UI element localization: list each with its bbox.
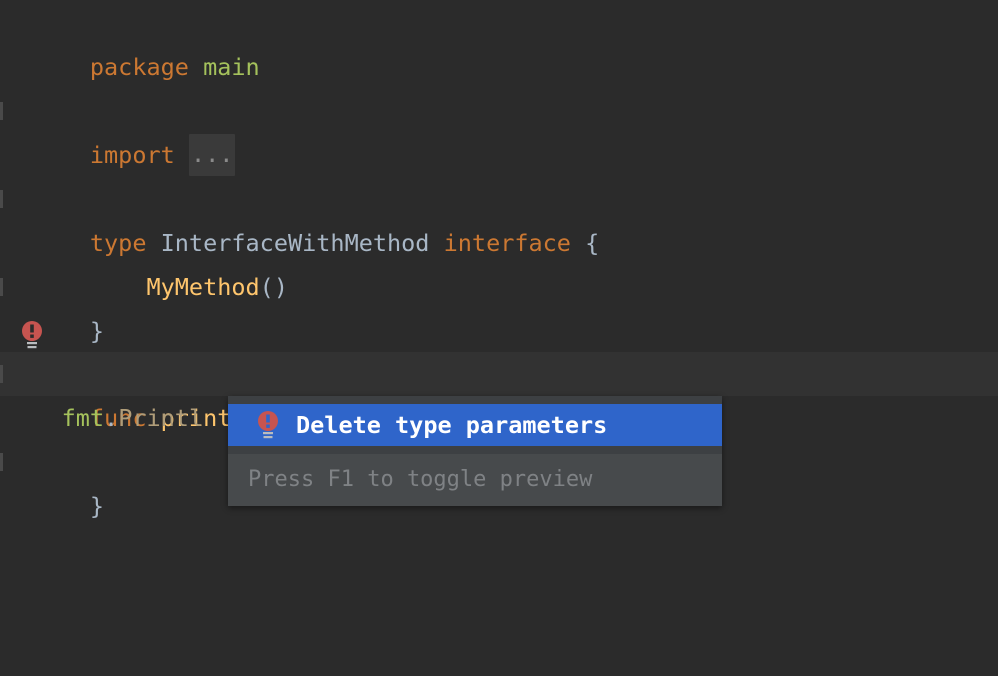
code-line-package[interactable]: package main <box>0 1 998 81</box>
preview-hint: Press F1 to toggle preview <box>248 467 593 492</box>
error-bulb-icon[interactable] <box>20 320 44 350</box>
package-name: main <box>203 53 260 81</box>
code-line-import[interactable]: import ... <box>0 89 998 176</box>
keyword-package: package <box>89 53 189 81</box>
code-line-method[interactable]: MyMethod() <box>0 221 998 301</box>
fold-marker[interactable] <box>0 278 3 296</box>
code-line-close-brace[interactable]: } <box>0 265 998 345</box>
dot: . <box>104 404 119 432</box>
close-brace: } <box>89 492 105 520</box>
fold-marker[interactable] <box>0 190 3 208</box>
package-fmt: fmt <box>61 404 105 432</box>
intention-actions-popup: Delete type parameters Press F1 to toggl… <box>228 396 722 506</box>
popup-separator <box>228 446 722 454</box>
folded-imports-placeholder[interactable]: ... <box>188 134 236 176</box>
close-brace: } <box>89 317 105 345</box>
fold-marker[interactable] <box>0 365 3 383</box>
code-line-func-decl[interactable]: func printInt[](i int) { <box>0 352 998 440</box>
fold-marker[interactable] <box>0 102 3 120</box>
code-line-type-decl[interactable]: type InterfaceWithMethod interface { <box>0 177 998 257</box>
keyword-import: import <box>89 141 175 169</box>
popup-top-padding <box>228 396 722 404</box>
error-bulb-icon <box>258 411 278 439</box>
delete-type-parameters-action[interactable]: Delete type parameters <box>228 404 722 446</box>
code-editor[interactable]: package main import ... type InterfaceWi… <box>0 0 998 676</box>
function-call: Printl <box>118 404 204 432</box>
fold-marker[interactable] <box>0 453 3 471</box>
action-label: Delete type parameters <box>296 411 608 439</box>
